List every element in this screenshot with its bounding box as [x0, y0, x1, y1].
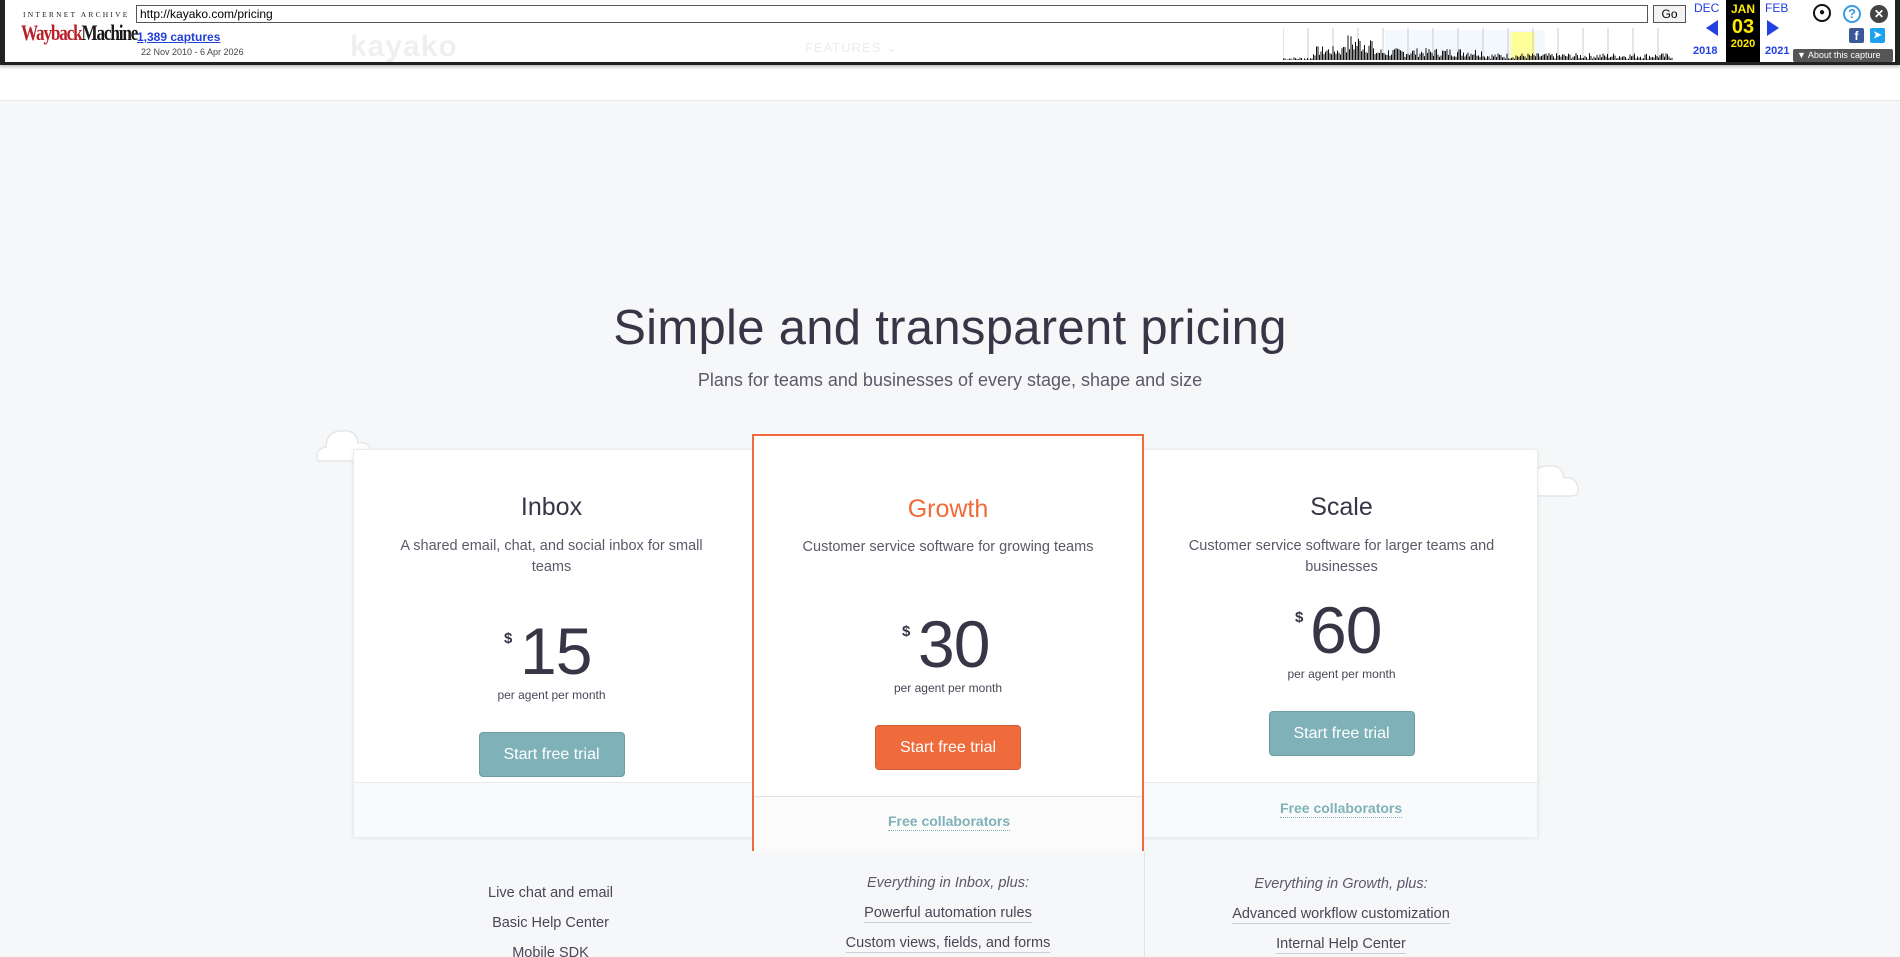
- plan-card-scale: Scale Customer service software for larg…: [1144, 449, 1539, 756]
- wayback-go-button[interactable]: Go: [1653, 5, 1686, 23]
- user-icon[interactable]: ●: [1813, 4, 1831, 22]
- wayback-logo-main: WaybackMachine: [21, 20, 138, 45]
- prev-year-link[interactable]: 2018: [1693, 45, 1717, 57]
- free-collaborators-link-growth[interactable]: Free collaborators: [888, 813, 1011, 831]
- wayback-logo-top: INTERNET ARCHIVE: [23, 10, 130, 19]
- close-icon[interactable]: ✕: [1870, 5, 1888, 23]
- price-amount: 60: [1310, 593, 1382, 667]
- facebook-icon[interactable]: f: [1849, 28, 1864, 43]
- wayback-toolbar: INTERNET ARCHIVE WaybackMachine http://k…: [0, 0, 1900, 65]
- wayback-logo[interactable]: INTERNET ARCHIVE WaybackMachine: [17, 6, 138, 56]
- feature-item[interactable]: Internal Help Center: [1145, 936, 1537, 954]
- next-month-link[interactable]: FEB: [1765, 1, 1788, 15]
- wayback-calendar-nav: DEC 2018 JAN 03 2020 FEB 2021: [1690, 0, 1800, 62]
- plan-description: Customer service software for larger tea…: [1188, 538, 1495, 575]
- plan-card-growth: Growth Customer service software for gro…: [752, 434, 1144, 851]
- wayback-url-input[interactable]: http://kayako.com/pricing: [136, 5, 1648, 23]
- next-year-link[interactable]: 2021: [1765, 45, 1789, 57]
- wayback-capture-sparkline[interactable]: [1283, 28, 1673, 60]
- page-subtitle: Plans for teams and businesses of every …: [697, 370, 1203, 390]
- features-intro-scale: Everything in Growth, plus:: [1254, 876, 1428, 892]
- site-header: [0, 65, 1900, 101]
- feature-item[interactable]: Custom views, fields, and forms: [752, 935, 1144, 953]
- features-intro-growth: Everything in Inbox, plus:: [866, 875, 1029, 891]
- currency-symbol: $: [902, 623, 911, 640]
- price-period: per agent per month: [497, 688, 606, 702]
- page-title: Simple and transparent pricing: [613, 301, 1287, 355]
- start-trial-button-scale[interactable]: Start free trial: [1268, 711, 1415, 756]
- price-period: per agent per month: [1287, 667, 1396, 681]
- current-capture-date: JAN 03 2020: [1726, 0, 1760, 62]
- wayback-capture-range: 22 Nov 2010 - 6 Apr 2026: [141, 47, 244, 57]
- start-trial-button-inbox[interactable]: Start free trial: [478, 732, 625, 777]
- twitter-icon[interactable]: ➤: [1870, 28, 1885, 43]
- free-collaborators-link-scale[interactable]: Free collaborators: [1280, 800, 1403, 818]
- nav-features[interactable]: FEATURES ⌄: [805, 40, 898, 56]
- plan-description: A shared email, chat, and social inbox f…: [400, 538, 703, 575]
- prev-capture-arrow-icon[interactable]: [1706, 20, 1718, 36]
- plan-name: Inbox: [520, 493, 583, 521]
- plan-name: Scale: [1310, 493, 1373, 521]
- currency-symbol: $: [504, 630, 513, 647]
- plan-price: $ 30: [754, 607, 1142, 681]
- plan-card-inbox: Inbox A shared email, chat, and social i…: [354, 449, 749, 777]
- kayako-logo[interactable]: kayako: [350, 30, 458, 64]
- feature-item[interactable]: Advanced workflow customization: [1145, 906, 1537, 924]
- wayback-captures-link[interactable]: 1,389 captures: [137, 30, 220, 44]
- next-capture-arrow-icon[interactable]: [1767, 20, 1779, 36]
- price-period: per agent per month: [893, 681, 1003, 695]
- plan-price: $ 60: [1144, 593, 1539, 667]
- start-trial-button-growth[interactable]: Start free trial: [875, 725, 1021, 770]
- about-capture-button[interactable]: ▼ About this capture: [1793, 49, 1893, 62]
- plan-name: Growth: [907, 495, 989, 523]
- price-amount: 15: [520, 614, 592, 688]
- feature-item: Basic Help Center: [492, 915, 609, 931]
- price-amount: 30: [918, 607, 990, 681]
- prev-month-link[interactable]: DEC: [1694, 1, 1719, 15]
- feature-item: Live chat and email: [488, 885, 613, 901]
- feature-item: Mobile SDK: [512, 945, 589, 957]
- help-icon[interactable]: ?: [1843, 5, 1861, 23]
- inbox-card-footer: [354, 782, 752, 837]
- plan-price: $ 15: [354, 614, 749, 688]
- currency-symbol: $: [1295, 609, 1304, 626]
- plan-description: Customer service software for growing te…: [802, 539, 1094, 555]
- feature-item[interactable]: Powerful automation rules: [752, 905, 1144, 923]
